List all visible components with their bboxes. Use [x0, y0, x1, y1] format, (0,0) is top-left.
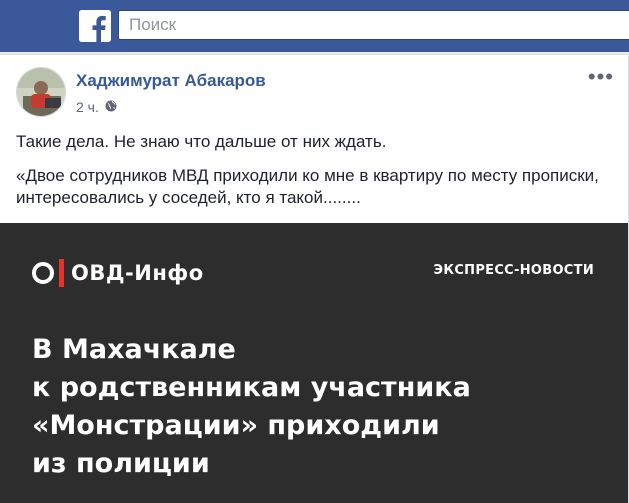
- post-quote: «Двое сотрудников МВД приходили ко мне в…: [16, 166, 599, 207]
- globe-icon[interactable]: [105, 99, 117, 115]
- headline-line: из полиции: [32, 448, 210, 479]
- ovd-bar-icon: [59, 259, 64, 287]
- post-timestamp[interactable]: 2 ч.: [76, 99, 99, 115]
- author-name[interactable]: Хаджимурат Абакаров: [76, 71, 266, 91]
- news-tag: ЭКСПРЕСС-НОВОСТИ: [433, 263, 594, 278]
- news-image[interactable]: ОВД-Инфо ЭКСПРЕСС-НОВОСТИ В Махачкале к …: [0, 223, 628, 503]
- top-navigation-bar: [0, 0, 629, 52]
- facebook-f-icon[interactable]: [79, 10, 111, 42]
- headline-line: «Монстрации» приходили: [32, 410, 440, 441]
- post-card: Хаджимурат Абакаров 2 ч. ••• Такие дела.…: [0, 54, 629, 503]
- ellipsis-icon[interactable]: •••: [588, 66, 614, 88]
- news-headline: В Махачкале к родственникам участника «М…: [32, 331, 612, 483]
- ovd-circle-icon: [32, 262, 54, 284]
- ovd-info-logo: ОВД-Инфо: [32, 259, 204, 287]
- headline-line: В Махачкале: [32, 334, 236, 365]
- post-text-line: Такие дела. Не знаю что дальше от них жд…: [16, 132, 387, 151]
- ovd-logo-text: ОВД-Инфо: [71, 261, 204, 285]
- post-meta: 2 ч.: [76, 99, 117, 115]
- headline-line: к родственникам участника: [32, 372, 471, 403]
- post-text: Такие дела. Не знаю что дальше от них жд…: [16, 131, 616, 209]
- search-input[interactable]: [118, 10, 629, 40]
- avatar[interactable]: [16, 67, 66, 117]
